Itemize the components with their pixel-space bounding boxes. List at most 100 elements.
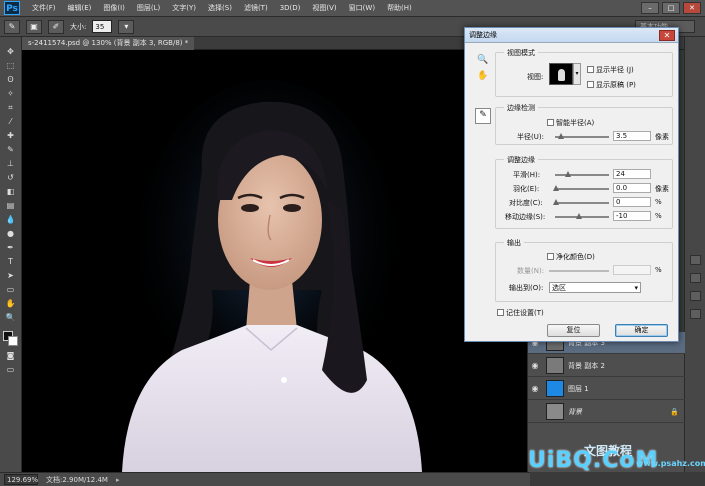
zoom-tool-icon[interactable]: 🔍	[477, 54, 489, 66]
history-brush-icon[interactable]: ↺	[4, 173, 18, 183]
refine-radius-tool-icon[interactable]: ✎	[475, 108, 491, 124]
menu-select[interactable]: 选择(S)	[202, 3, 238, 13]
shape-tool-icon[interactable]: ▭	[4, 285, 18, 295]
smooth-input[interactable]: 24	[613, 169, 651, 179]
size-input[interactable]: 35	[92, 20, 113, 33]
output-to-label: 输出到(O):	[509, 284, 544, 292]
move-tool-icon[interactable]: ✥	[4, 47, 18, 57]
brush-mode-icon[interactable]: ▣	[26, 19, 42, 34]
stamp-tool-icon[interactable]: ⊥	[4, 159, 18, 169]
photoshop-logo: Ps	[4, 1, 20, 15]
smooth-slider-thumb[interactable]	[565, 171, 572, 177]
smooth-slider[interactable]	[555, 171, 609, 177]
contrast-input[interactable]: 0	[613, 197, 651, 207]
zoom-level-field[interactable]: 129.69%	[4, 474, 38, 485]
layer-name: 背景 副本 2	[568, 361, 605, 370]
decontaminate-checkbox[interactable]	[547, 253, 554, 260]
lasso-tool-icon[interactable]: ʘ	[4, 75, 18, 85]
reset-button[interactable]: 复位	[547, 324, 600, 337]
layer-row[interactable]: ◉ 背景 副本 2	[528, 355, 685, 377]
status-arrow-icon[interactable]: ▸	[116, 476, 120, 484]
menu-file[interactable]: 文件(F)	[26, 3, 62, 13]
view-mode-dropdown[interactable]: ▾	[573, 63, 581, 85]
maximize-button[interactable]: □	[662, 2, 680, 14]
feather-input[interactable]: 0.0	[613, 183, 651, 193]
shift-edge-input[interactable]: -10	[613, 211, 651, 221]
eyedropper-tool-icon[interactable]: ⁄	[4, 117, 18, 127]
dock-panel-button-1[interactable]	[690, 255, 701, 265]
shift-edge-slider[interactable]	[555, 213, 609, 219]
contrast-slider[interactable]	[553, 199, 609, 205]
close-button[interactable]: ✕	[683, 2, 701, 14]
menu-help[interactable]: 帮助(H)	[381, 3, 418, 13]
view-mode-thumbnail[interactable]	[549, 63, 573, 85]
menu-view[interactable]: 视图(V)	[306, 3, 342, 13]
gradient-tool-icon[interactable]: ▤	[4, 201, 18, 211]
document-tab[interactable]: s-2411574.psd @ 130% (背景 副本 3, RGB/8) *	[22, 37, 195, 50]
quick-select-tool-icon[interactable]: ✧	[4, 89, 18, 99]
contrast-label: 对比度(C):	[509, 199, 543, 207]
amount-label: 数量(N):	[517, 267, 545, 275]
document-canvas[interactable]	[22, 50, 527, 472]
radius-input[interactable]: 3.5	[613, 131, 651, 141]
menu-filter[interactable]: 滤镜(T)	[238, 3, 274, 13]
menu-window[interactable]: 窗口(W)	[343, 3, 381, 13]
contrast-slider-thumb[interactable]	[553, 199, 559, 205]
smart-radius-checkbox[interactable]	[547, 119, 554, 126]
marquee-tool-icon[interactable]: ⬚	[4, 61, 18, 71]
radius-slider-thumb[interactable]	[558, 133, 565, 139]
visibility-eye-icon[interactable]: ◉	[528, 361, 542, 370]
eraser-tool-icon[interactable]: ◧	[4, 187, 18, 197]
hand-tool-icon[interactable]: ✋	[4, 299, 18, 309]
contrast-unit: %	[655, 198, 662, 206]
color-swatches[interactable]	[2, 331, 19, 347]
menu-edit[interactable]: 编辑(E)	[62, 3, 98, 13]
menu-layer[interactable]: 图层(L)	[131, 3, 166, 13]
layer-row[interactable]: 背景 🔒	[528, 401, 685, 423]
path-select-tool-icon[interactable]: ➤	[4, 271, 18, 281]
visibility-eye-icon[interactable]: ◉	[528, 384, 542, 393]
radius-slider[interactable]	[555, 133, 609, 139]
shift-edge-unit: %	[655, 212, 662, 220]
zoom-tool-icon[interactable]: 🔍	[4, 313, 18, 323]
amount-slider	[549, 270, 609, 272]
menu-3d[interactable]: 3D(D)	[274, 4, 307, 12]
feather-slider-thumb[interactable]	[553, 185, 559, 191]
ok-button[interactable]: 确定	[615, 324, 668, 337]
hand-tool-icon[interactable]: ✋	[477, 70, 489, 82]
show-original-checkbox[interactable]	[587, 81, 594, 88]
remember-settings-checkbox[interactable]	[497, 309, 504, 316]
menu-image[interactable]: 图像(I)	[97, 3, 131, 13]
brush-tool-preset-icon[interactable]: ✎	[4, 19, 20, 34]
background-color-swatch[interactable]	[7, 336, 18, 346]
dialog-close-icon[interactable]: ✕	[659, 30, 675, 41]
dodge-tool-icon[interactable]: ●	[4, 229, 18, 239]
shift-edge-slider-thumb[interactable]	[576, 213, 583, 219]
menu-type[interactable]: 文字(Y)	[166, 3, 202, 13]
layer-name: 背景	[568, 407, 582, 416]
type-tool-icon[interactable]: T	[4, 257, 18, 267]
shift-edge-label: 移动边缘(S):	[505, 213, 546, 221]
size-dropdown-icon[interactable]: ▾	[118, 19, 135, 34]
blur-tool-icon[interactable]: 💧	[4, 215, 18, 225]
panel-dock	[684, 37, 705, 472]
show-radius-checkbox[interactable]	[587, 66, 594, 73]
healing-tool-icon[interactable]: ✚	[4, 131, 18, 141]
dialog-title: 调整边缘	[465, 28, 678, 43]
layer-thumbnail	[546, 403, 564, 420]
pen-tool-icon[interactable]: ✒	[4, 243, 18, 253]
layer-row[interactable]: ◉ 图层 1	[528, 378, 685, 400]
quick-mask-icon[interactable]: ◙	[4, 351, 18, 361]
dock-panel-button-3[interactable]	[690, 291, 701, 301]
dock-panel-button-4[interactable]	[690, 309, 701, 319]
brush-tool-icon[interactable]: ✎	[4, 145, 18, 155]
output-to-select[interactable]: 选区	[549, 282, 641, 293]
minimize-button[interactable]: –	[641, 2, 659, 14]
dock-panel-button-2[interactable]	[690, 273, 701, 283]
show-radius-label: 显示半径 (J)	[596, 66, 634, 74]
screen-mode-icon[interactable]: ▭	[4, 365, 18, 375]
crop-tool-icon[interactable]: ⌗	[4, 103, 18, 113]
status-bar: 129.69% 文档:2.90M/12.4M ▸	[0, 472, 530, 486]
eraser-mode-icon[interactable]: ✐	[48, 19, 64, 34]
feather-slider[interactable]	[553, 185, 609, 191]
